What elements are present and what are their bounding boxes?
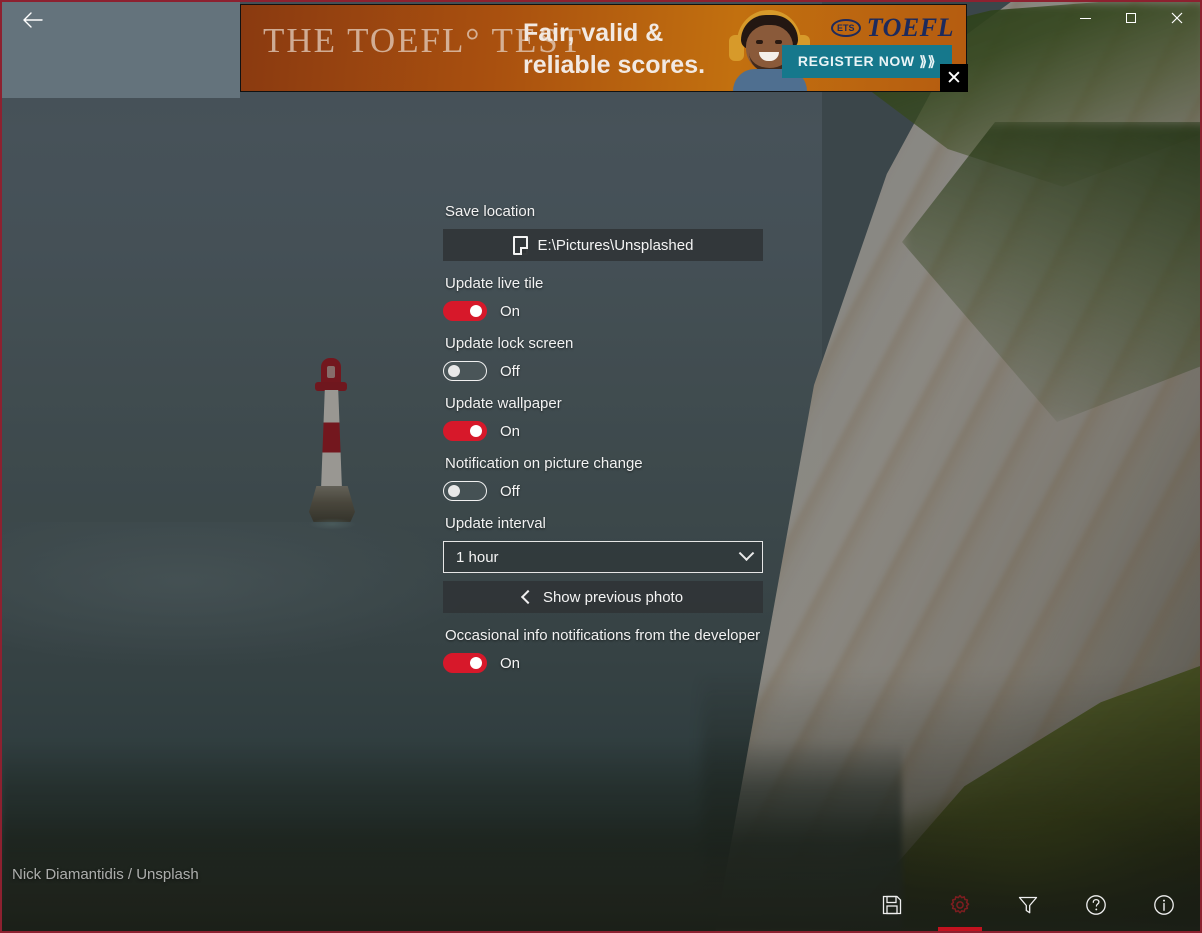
gear-icon — [950, 894, 970, 914]
update-interval-value: 1 hour — [456, 548, 499, 566]
minimize-button[interactable] — [1062, 2, 1108, 34]
ad-logo-text: TOEFL — [866, 13, 954, 42]
ets-badge-icon: ETS — [830, 19, 861, 37]
filter-button[interactable] — [1002, 882, 1054, 928]
developer-notifications-toggle[interactable] — [443, 653, 487, 673]
update-wallpaper-toggle[interactable] — [443, 421, 487, 441]
developer-notifications-state: On — [500, 654, 521, 672]
update-live-tile-toggle[interactable] — [443, 301, 487, 321]
info-button[interactable] — [1138, 882, 1190, 928]
page-icon — [512, 235, 528, 255]
maximize-button[interactable] — [1108, 2, 1154, 34]
update-wallpaper-label: Update wallpaper — [445, 395, 562, 412]
minimize-icon — [1079, 17, 1091, 19]
notification-picture-change-label: Notification on picture change — [445, 455, 643, 472]
update-interval-label: Update interval — [445, 515, 546, 532]
notification-picture-change-state: Off — [500, 482, 520, 500]
chevron-down-icon — [738, 544, 755, 561]
maximize-icon — [1126, 13, 1136, 23]
advertisement-banner[interactable]: THE TOEFL° TEST Fair, valid & reliable s… — [240, 4, 967, 92]
ad-register-button[interactable]: REGISTER NOW ⟫⟫ — [781, 45, 952, 78]
ad-headline-secondary: Fair, valid & reliable scores. — [523, 19, 706, 79]
update-live-tile-state: On — [500, 302, 521, 320]
save-location-value: E:\Pictures\Unsplashed — [537, 236, 694, 254]
developer-notifications-row: On — [443, 653, 763, 673]
save-location-button[interactable]: E:\Pictures\Unsplashed — [443, 229, 763, 261]
settings-button[interactable] — [934, 882, 986, 931]
info-icon — [1154, 895, 1174, 915]
ad-logo: ETS TOEFL — [830, 13, 954, 43]
update-lock-screen-label: Update lock screen — [445, 335, 574, 352]
update-lock-screen-row: Off — [443, 361, 763, 381]
developer-notifications-label: Occasional info notifications from the d… — [445, 627, 761, 644]
update-interval-select[interactable]: 1 hour — [443, 541, 763, 573]
update-live-tile-label: Update live tile — [445, 275, 544, 292]
settings-active-indicator — [938, 927, 982, 931]
back-button[interactable] — [10, 4, 56, 36]
close-button[interactable] — [1154, 2, 1200, 34]
save-button[interactable] — [866, 882, 918, 928]
settings-panel: Save location E:\Pictures\Unsplashed Upd… — [443, 202, 763, 686]
notification-picture-change-toggle[interactable] — [443, 481, 487, 501]
update-wallpaper-state: On — [500, 422, 521, 440]
show-previous-photo-label: Show previous photo — [542, 588, 684, 606]
help-button[interactable] — [1070, 882, 1122, 928]
filter-icon — [1018, 896, 1038, 914]
update-lock-screen-toggle[interactable] — [443, 361, 487, 381]
window-controls — [1062, 2, 1200, 34]
update-lock-screen-state: Off — [500, 362, 520, 380]
close-icon — [1171, 12, 1183, 24]
ad-close-button[interactable]: ✕ — [940, 64, 968, 92]
update-wallpaper-row: On — [443, 421, 763, 441]
show-previous-photo-button[interactable]: Show previous photo — [443, 581, 763, 613]
notification-picture-change-row: Off — [443, 481, 763, 501]
app-window: THE TOEFL° TEST Fair, valid & reliable s… — [0, 0, 1202, 933]
help-icon — [1086, 895, 1106, 915]
command-bar — [2, 879, 1200, 931]
save-icon — [882, 895, 902, 915]
update-live-tile-row: On — [443, 301, 763, 321]
chevron-left-icon — [520, 589, 536, 605]
save-location-label: Save location — [445, 203, 536, 220]
back-arrow-icon — [23, 12, 43, 28]
